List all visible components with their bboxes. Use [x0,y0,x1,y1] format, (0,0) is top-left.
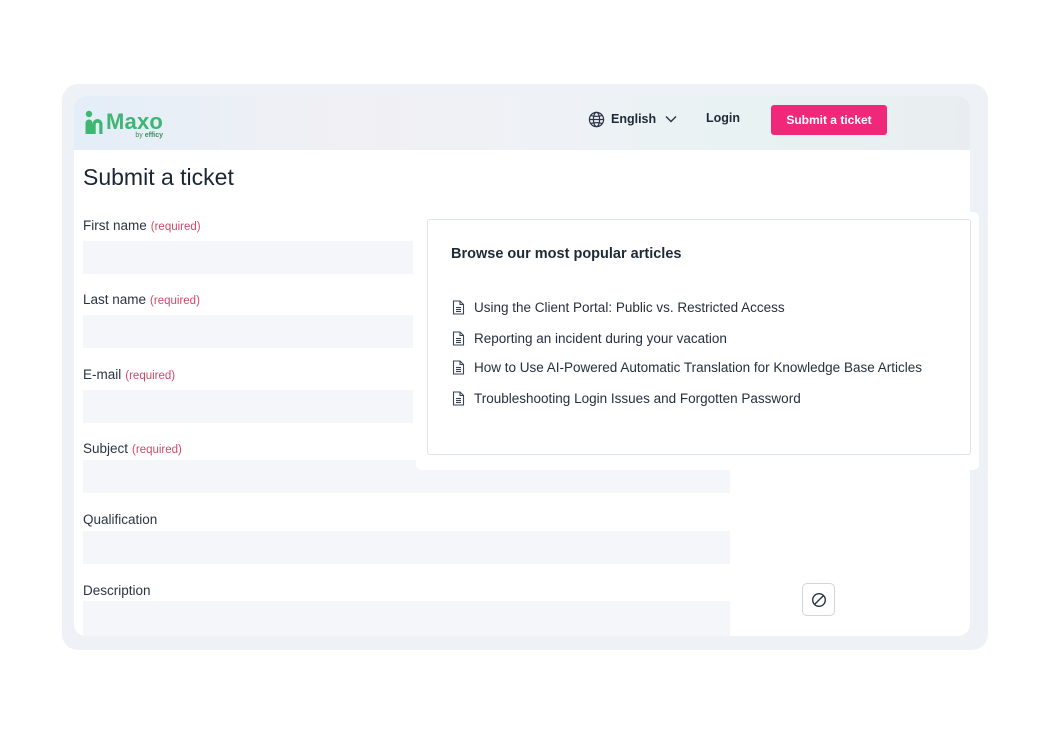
maxo-logo-icon [85,110,103,134]
globe-icon [588,111,605,127]
qualification-label: Qualification [83,512,158,527]
qualification-input[interactable] [83,531,730,564]
logo-byline: by efficy [135,132,164,139]
article-title: How to Use AI-Powered Automatic Translat… [474,360,922,375]
submit-ticket-button[interactable]: Submit a ticket [771,105,887,135]
page-title: Submit a ticket [83,164,234,190]
last-name-label: Last name (required) [83,292,200,307]
email-input[interactable] [83,390,413,423]
subject-label: Subject (required) [83,441,182,456]
article-link[interactable]: Using the Client Portal: Public vs. Rest… [452,300,785,315]
last-name-input[interactable] [83,315,413,348]
article-link[interactable]: Troubleshooting Login Issues and Forgott… [452,391,801,406]
document-icon [452,331,465,346]
required-marker: (required) [150,221,201,233]
prohibited-icon [811,592,826,607]
login-link[interactable]: Login [706,111,740,125]
article-title: Troubleshooting Login Issues and Forgott… [474,391,801,406]
document-icon [452,300,465,315]
article-link[interactable]: How to Use AI-Powered Automatic Translat… [452,360,922,375]
description-label: Description [83,583,151,598]
document-icon [452,391,465,406]
popular-articles-title: Browse our most popular articles [451,246,682,262]
required-marker: (required) [150,295,200,307]
prohibited-action-button[interactable] [802,583,835,616]
required-marker: (required) [132,444,182,456]
article-title: Reporting an incident during your vacati… [474,331,727,346]
language-label: English [611,112,657,126]
top-header: Maxo by efficy English Login Submit a ti… [74,96,970,150]
maxo-logo[interactable]: Maxo by efficy [84,110,163,140]
chevron-down-icon [665,116,677,123]
document-icon [452,360,465,375]
article-title: Using the Client Portal: Public vs. Rest… [474,300,785,315]
email-label: E-mail (required) [83,367,176,382]
popular-articles-panel: Browse our most popular articles Using t… [427,219,971,455]
article-link[interactable]: Reporting an incident during your vacati… [452,331,727,346]
language-selector[interactable]: English [588,108,678,130]
first-name-label: First name (required) [83,218,201,233]
required-marker: (required) [125,370,176,382]
logo-wordmark: Maxo [106,109,164,134]
first-name-input[interactable] [83,241,413,274]
description-textarea[interactable] [83,601,730,636]
